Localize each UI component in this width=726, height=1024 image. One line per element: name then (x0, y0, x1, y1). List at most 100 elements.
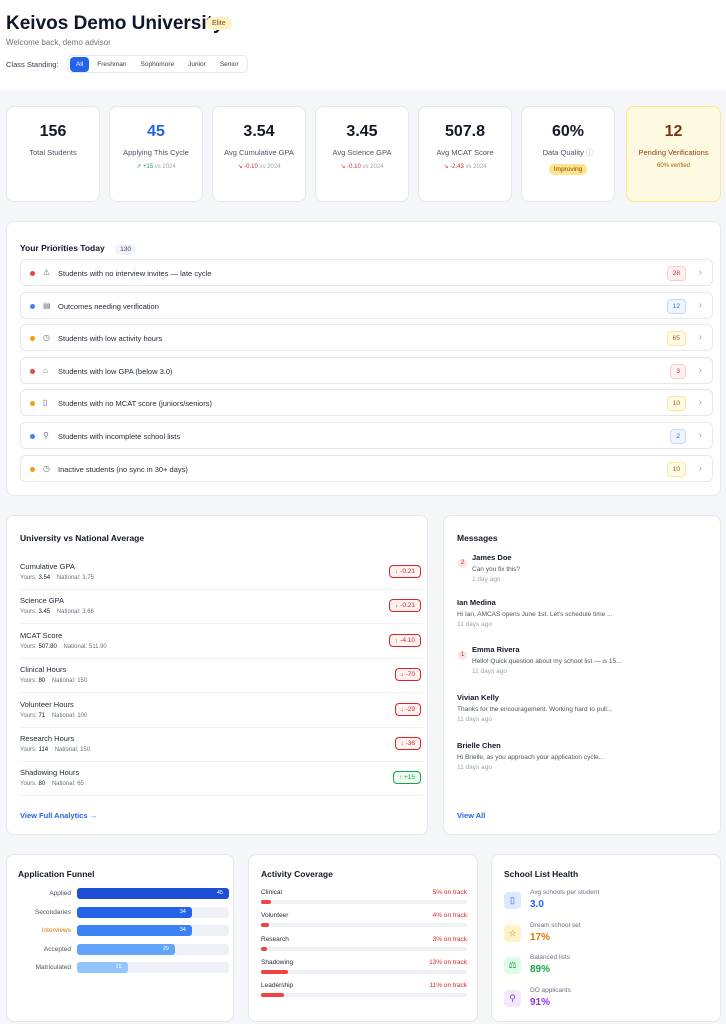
health-icon: ☆ (504, 924, 521, 942)
activity-bar (261, 900, 272, 904)
priorities-card: Your Priorities Today 130 ⚠ Students with… (6, 221, 721, 496)
priority-item[interactable]: ▤ Outcomes needing verification 12 › (20, 291, 713, 319)
metric-values: Yours: 80 National: 65 (20, 781, 84, 788)
health-value: 89% (530, 964, 551, 975)
national-value: 150 (77, 678, 88, 685)
stat-value: 3.45 (346, 123, 378, 140)
metric-values: Yours: 3.54 National: 3.75 (20, 575, 94, 581)
activity-name: Leadership (261, 982, 294, 990)
comparison-row: Clinical Hours Yours: 80 National: 150 ↓ -… (20, 659, 423, 694)
stat-label: Avg Science GPA (332, 148, 392, 157)
funnel-stage: Interviews 34 (17, 925, 229, 937)
message-item[interactable]: 2 James Doe Can you fix this? 1 day ago (457, 553, 719, 583)
stat-label: Avg MCAT Score (436, 148, 494, 157)
stat-science-gpa[interactable]: 3.45 Avg Science GPA ↘ -0.10 vs 2024 (315, 106, 409, 202)
priority-item[interactable]: ⌂ Students with low GPA (below 3.0) 3 › (20, 356, 713, 384)
welcome-text: Welcome back, demo advisor (6, 38, 111, 47)
stat-value: 45 (147, 123, 165, 140)
filter-senior[interactable]: Senior (214, 57, 245, 72)
stat-value: 507.8 (444, 123, 486, 140)
message-item[interactable]: 1 Emma Rivera Hello! Quick question about … (457, 645, 719, 675)
stat-pending-verifications[interactable]: 12 Pending Verifications 60% verified (626, 106, 721, 202)
metric-values: Yours: 114 National: 150 (20, 747, 91, 753)
filter-junior[interactable]: Junior (182, 57, 212, 72)
priority-item[interactable]: ◷ Inactive students (no sync in 30+ days)… (20, 454, 713, 482)
stat-total-students[interactable]: 156 Total Students (6, 106, 100, 202)
health-icon: ⚖ (504, 957, 521, 974)
funnel-stage: Secondaries 34 (17, 906, 229, 919)
page-header: Keivos Demo University Elite Welcome bac… (0, 0, 726, 90)
stage-bar: 29 (77, 943, 175, 955)
help-icon[interactable]: ⓘ (586, 148, 594, 157)
priority-item[interactable]: ⚲ Students with incomplete school lists 2 › (20, 422, 713, 449)
activity-track (261, 946, 467, 951)
delta-badge: ↑ +15 (392, 771, 421, 785)
message-time: 11 days ago (457, 621, 492, 628)
stat-mcat[interactable]: 507.8 Avg MCAT Score ↘ -2.43 vs 2024 (418, 106, 512, 202)
priority-count-badge: 3 (670, 363, 686, 379)
filter-sophomore[interactable]: Sophomore (135, 57, 181, 72)
stat-applying[interactable]: 45 Applying This Cycle ↗ +15 vs 2024 (109, 106, 203, 202)
national-value: 150 (80, 747, 91, 753)
message-item[interactable]: Ian Medina Hi Ian, AMCAS opens June 1st. … (457, 598, 719, 628)
priority-label: Students with no MCAT score (juniors/sen… (58, 399, 212, 409)
priority-label: Students with incomplete school lists (58, 432, 181, 441)
priority-label: Students with low activity hours (58, 334, 163, 344)
priority-item[interactable]: ▯ Students with no MCAT score (juniors/se… (20, 389, 713, 417)
priority-label: Outcomes needing verification (58, 301, 159, 311)
section-title: Your Priorities Today (20, 243, 105, 253)
messages-card: Messages 2 James Doe Can you fix this? 1 da… (443, 515, 721, 835)
priority-item[interactable]: ◷ Students with low activity hours 65 › (20, 324, 713, 352)
priority-count-badge: 10 (666, 396, 686, 412)
funnel-stage: Accepted 29 (17, 943, 229, 956)
tier-badge: Elite (206, 17, 232, 30)
filter-freshman[interactable]: Freshman (91, 57, 132, 72)
priority-item[interactable]: ⚠ Students with no interview invites — la… (20, 259, 713, 286)
activity-name: Clinical (261, 889, 282, 896)
activity-percent: 3% on track (432, 935, 467, 943)
stat-value: 3.54 (243, 123, 275, 140)
priority-label: Inactive students (no sync in 30+ days) (58, 464, 188, 474)
activity-percent: 13% on track (429, 958, 467, 966)
priority-dot (30, 303, 35, 309)
section-title: Messages (457, 533, 498, 543)
delta-badge: ↓ -36 (394, 737, 421, 750)
metric-name: Volunteer Hours (20, 699, 74, 709)
section-title: Activity Coverage (261, 869, 333, 879)
health-metric: ⚖ Balanced lists 89% (504, 954, 704, 984)
stage-track: 15 (77, 962, 229, 974)
metric-values: Yours: 71 National: 100 (20, 712, 88, 719)
stage-label: Matriculated (35, 964, 71, 972)
activity-track (261, 923, 467, 928)
priority-icon: ⚲ (43, 431, 49, 440)
activity-name: Shadowing (261, 958, 294, 966)
stage-label: Secondaries (34, 908, 71, 916)
sender-name: Emma Rivera (472, 645, 520, 654)
stat-data-quality[interactable]: 60% Data Quality ⓘ Improving (521, 106, 615, 202)
stage-label: Applied (49, 890, 71, 897)
view-all-messages-link[interactable]: View All (457, 811, 485, 820)
filter-all[interactable]: All (70, 56, 90, 72)
section-title: Application Funnel (18, 869, 95, 879)
page-title: Keivos Demo University (6, 13, 224, 34)
priority-icon: ◷ (43, 463, 50, 473)
comparison-row: MCAT Score Yours: 507.80 National: 511.90… (20, 625, 423, 659)
stat-cumulative-gpa[interactable]: 3.54 Avg Cumulative GPA ↘ -0.10 vs 2024 (212, 106, 306, 202)
message-item[interactable]: Brielle Chen Hi Brielle, as you approach … (457, 741, 719, 771)
stat-label: Total Students (29, 148, 77, 157)
delta-badge: ↓ -70 (394, 668, 421, 682)
activity-name: Research (261, 935, 289, 943)
stat-value: 60% (551, 123, 585, 140)
message-time: 11 days ago (457, 716, 492, 723)
message-item[interactable]: Vivian Kelly Thanks for the encouragement… (457, 693, 719, 723)
stage-track: 34 (77, 925, 229, 937)
class-standing-label: Class Standing: (6, 60, 59, 69)
view-full-analytics-link[interactable]: View Full Analytics → (20, 811, 97, 820)
activity-percent: 5% on track (432, 889, 467, 896)
sender-name: Brielle Chen (457, 741, 501, 750)
priority-count-badge: 2 (670, 429, 686, 444)
stat-value: 12 (664, 123, 683, 140)
activity-bar (261, 993, 284, 998)
priority-dot (30, 466, 35, 472)
metric-values: Yours: 507.80 National: 511.90 (20, 643, 107, 650)
